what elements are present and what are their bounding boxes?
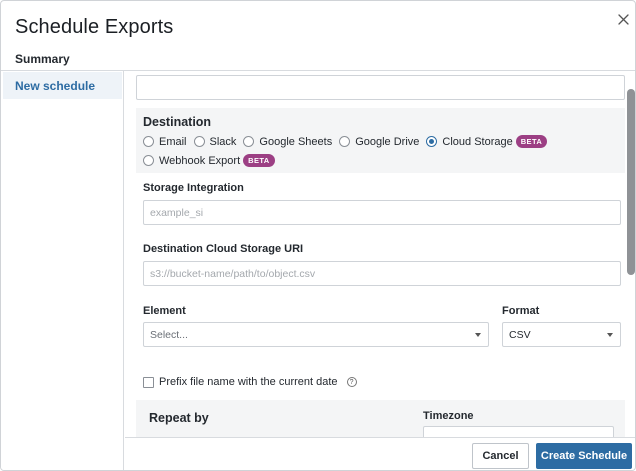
destination-label: Destination: [143, 115, 212, 129]
dialog-footer: Cancel Create Schedule: [125, 437, 635, 470]
radio-google-sheets[interactable]: [243, 136, 255, 147]
chevron-down-icon: [607, 333, 613, 337]
schedule-form[interactable]: Destination Email Slack Google Sheets Go…: [125, 71, 635, 437]
sidebar-item-new-schedule[interactable]: New schedule: [3, 72, 122, 99]
radio-slack[interactable]: [193, 136, 205, 147]
format-label: Format: [502, 305, 540, 317]
chevron-down-icon: [475, 333, 481, 337]
destination-option-google-sheets[interactable]: Google Sheets: [243, 136, 332, 148]
cancel-button[interactable]: Cancel: [472, 443, 529, 469]
prefix-label: Prefix file name with the current date: [159, 376, 338, 388]
destination-option-email[interactable]: Email: [143, 136, 187, 148]
sidebar-item-label: New schedule: [15, 79, 96, 93]
repeat-panel: Repeat by Timezone: [136, 400, 625, 437]
beta-badge: BETA: [515, 135, 548, 148]
dialog-subtitle: Summary: [15, 52, 70, 66]
create-schedule-button[interactable]: Create Schedule: [536, 443, 632, 469]
destination-options-row-2: Webhook Export BETA: [143, 154, 282, 167]
destination-uri-label: Destination Cloud Storage URI: [143, 243, 304, 255]
destination-option-google-drive[interactable]: Google Drive: [339, 136, 419, 148]
close-icon: [617, 13, 629, 25]
destination-panel: Destination Email Slack Google Sheets Go…: [136, 108, 625, 173]
beta-badge: BETA: [243, 154, 275, 167]
schedule-exports-dialog: Schedule Exports Summary New schedule De…: [0, 0, 636, 471]
prefix-option[interactable]: Prefix file name with the current date ?: [143, 376, 357, 388]
element-label: Element: [143, 305, 186, 317]
dialog-title: Schedule Exports: [15, 16, 174, 38]
radio-google-drive[interactable]: [339, 136, 351, 147]
scrollbar[interactable]: [627, 89, 635, 275]
radio-webhook-export[interactable]: [143, 155, 154, 166]
destination-option-slack[interactable]: Slack: [193, 136, 236, 148]
sidebar: New schedule: [1, 71, 124, 470]
close-button[interactable]: [613, 9, 633, 29]
help-icon[interactable]: ?: [346, 377, 357, 387]
storage-integration-label: Storage Integration: [143, 182, 244, 194]
destination-uri-input[interactable]: s3://bucket-name/path/to/object.csv: [143, 261, 621, 286]
timezone-label: Timezone: [423, 410, 474, 422]
storage-integration-input[interactable]: example_si: [143, 200, 621, 225]
element-select[interactable]: Select...: [143, 322, 489, 347]
radio-email[interactable]: [143, 136, 154, 147]
radio-cloud-storage[interactable]: [426, 136, 438, 147]
prefix-checkbox[interactable]: [143, 376, 154, 388]
destination-option-webhook-export[interactable]: Webhook Export BETA: [143, 154, 275, 167]
destination-options-row-1: Email Slack Google Sheets Google Drive C…: [143, 135, 554, 148]
format-select[interactable]: CSV: [502, 322, 621, 347]
destination-option-cloud-storage[interactable]: Cloud Storage BETA: [426, 135, 548, 148]
timezone-select[interactable]: [423, 426, 614, 437]
name-input[interactable]: [136, 75, 625, 100]
repeat-label: Repeat by: [149, 411, 209, 425]
